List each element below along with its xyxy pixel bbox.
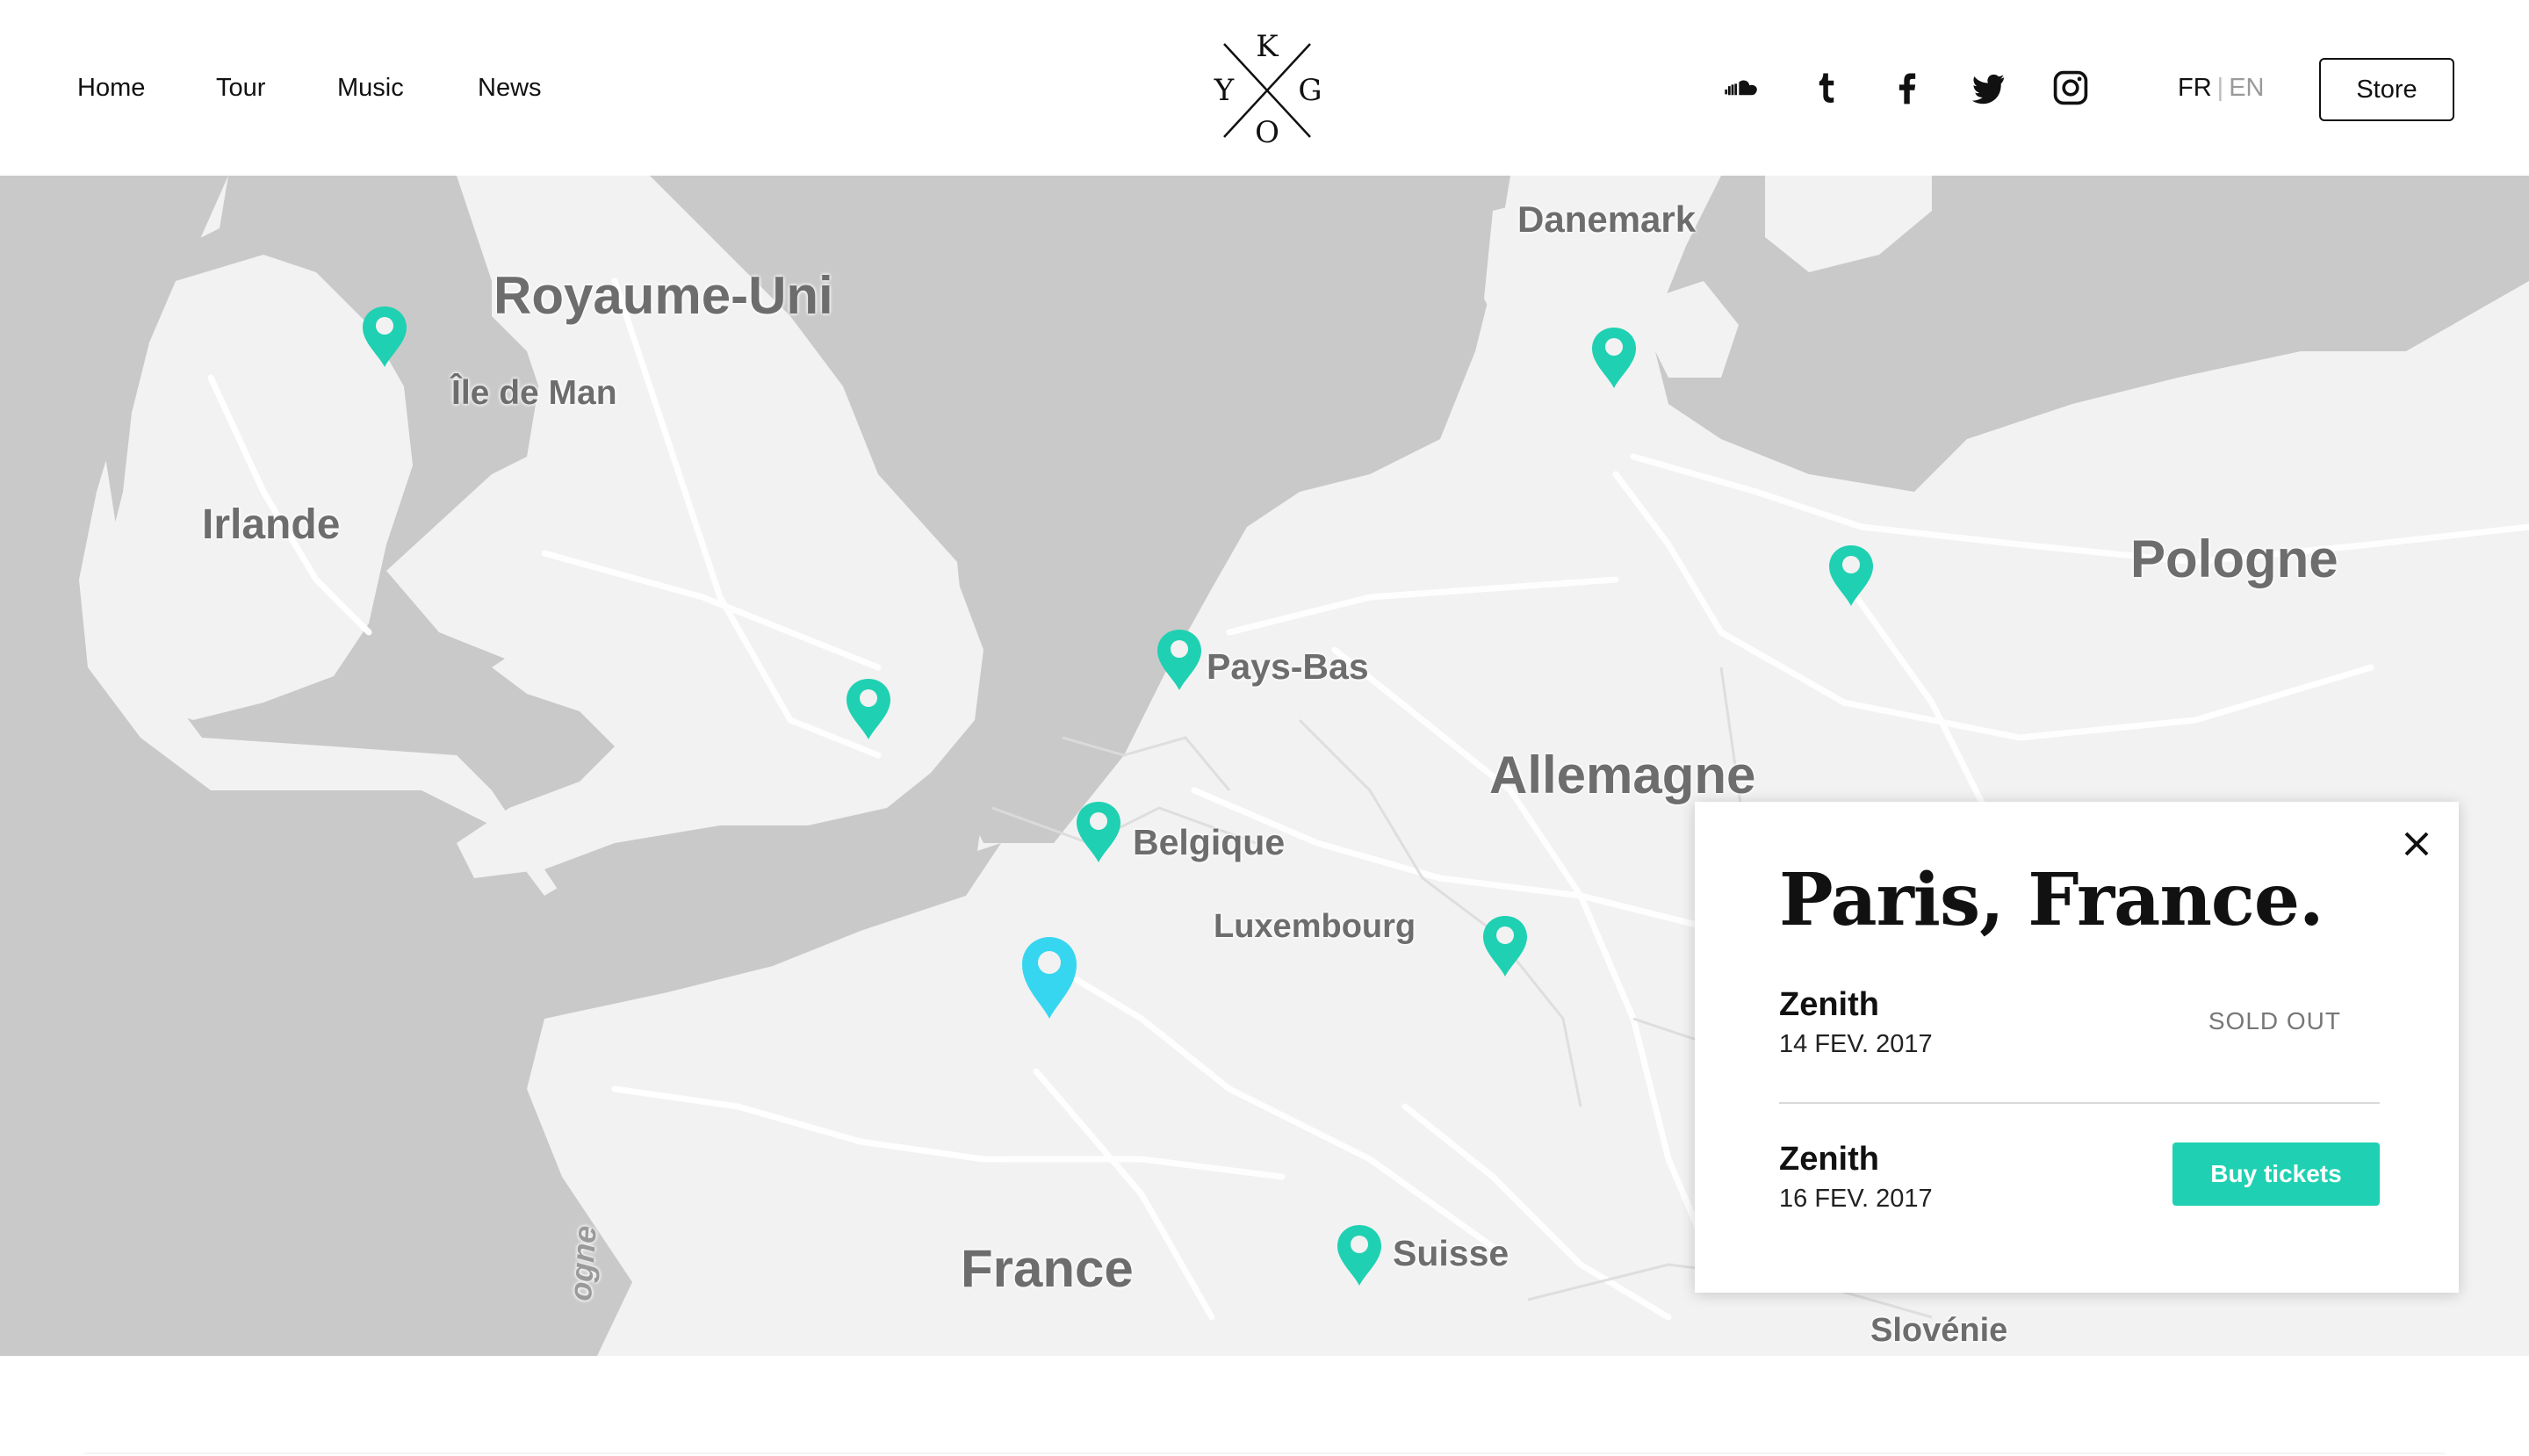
- tour-marker-london[interactable]: [843, 676, 894, 741]
- page-footer-area: [0, 1356, 2529, 1456]
- logo-letter-bottom: O: [1255, 115, 1279, 148]
- nav-home-link[interactable]: Home: [77, 74, 145, 103]
- tour-map[interactable]: Royaume-Uni Île de Man Irlande Danemark …: [0, 176, 2529, 1356]
- popup-divider: [1779, 1102, 2380, 1104]
- show-row: Zenith 16 FEV. 2017 Buy tickets: [1779, 1141, 2380, 1229]
- map-label-ile-de-man: Île de Man: [451, 374, 617, 412]
- map-label-bologne-partial: ogne: [562, 1224, 603, 1302]
- tour-marker-paris-active[interactable]: [1019, 934, 1080, 1020]
- logo-letter-top: K: [1256, 30, 1279, 64]
- tour-marker-dublin[interactable]: [359, 304, 410, 369]
- map-label-allemagne: Allemagne: [1489, 746, 1756, 804]
- nav-tour-link[interactable]: Tour: [216, 74, 265, 103]
- tour-marker-zurich[interactable]: [1334, 1222, 1385, 1287]
- tour-marker-amsterdam[interactable]: [1154, 627, 1205, 692]
- buy-tickets-button[interactable]: Buy tickets: [2172, 1142, 2380, 1206]
- logo-letter-left: Y: [1214, 73, 1235, 108]
- twitter-icon[interactable]: [1967, 67, 2009, 109]
- map-label-france: France: [961, 1239, 1134, 1298]
- lang-fr-link[interactable]: FR: [2178, 74, 2212, 102]
- show-row: Zenith 14 FEV. 2017 SOLD OUT: [1779, 986, 2380, 1074]
- site-header: Home Tour Music News K Y G O FR | EN Store: [0, 0, 2529, 176]
- map-label-pays-bas: Pays-Bas: [1207, 646, 1369, 687]
- map-label-slovenie: Slovénie: [1870, 1312, 2008, 1349]
- soundcloud-icon[interactable]: [1721, 67, 1763, 109]
- map-label-royaume-uni: Royaume-Uni: [494, 266, 833, 325]
- popup-city-title: Paris, France.: [1779, 858, 2324, 942]
- tour-marker-berlin[interactable]: [1826, 543, 1877, 608]
- kygo-logo[interactable]: K Y G O: [1201, 29, 1328, 150]
- show-venue: Zenith: [1779, 986, 1879, 1023]
- facebook-icon[interactable]: [1886, 67, 1928, 109]
- tour-marker-hamburg[interactable]: [1589, 325, 1639, 390]
- show-date: 16 FEV. 2017: [1779, 1185, 1933, 1213]
- lang-en-link[interactable]: EN: [2229, 74, 2264, 102]
- map-label-suisse: Suisse: [1393, 1233, 1509, 1273]
- map-label-pologne: Pologne: [2130, 530, 2338, 588]
- sold-out-label: SOLD OUT: [2208, 1007, 2341, 1034]
- map-label-belgique: Belgique: [1133, 822, 1286, 862]
- map-label-irlande: Irlande: [202, 501, 341, 548]
- city-popup: Paris, France. Zenith 14 FEV. 2017 SOLD …: [1695, 802, 2459, 1293]
- nav-music-link[interactable]: Music: [337, 74, 404, 103]
- section-divider: [84, 1452, 2445, 1454]
- store-button[interactable]: Store: [2319, 58, 2454, 121]
- nav-news-link[interactable]: News: [478, 74, 542, 103]
- map-label-danemark: Danemark: [1517, 198, 1697, 240]
- show-venue: Zenith: [1779, 1141, 1879, 1178]
- show-date: 14 FEV. 2017: [1779, 1030, 1933, 1058]
- close-icon[interactable]: [2399, 826, 2434, 861]
- lang-separator: |: [2216, 74, 2224, 102]
- instagram-icon[interactable]: [2050, 67, 2092, 109]
- logo-letter-right: G: [1298, 73, 1322, 108]
- tour-marker-brussels[interactable]: [1073, 799, 1124, 864]
- tour-marker-frankfurt[interactable]: [1480, 913, 1531, 978]
- tumblr-icon[interactable]: [1805, 67, 1848, 109]
- language-switcher: FR | EN: [2178, 74, 2265, 103]
- map-label-luxembourg: Luxembourg: [1214, 908, 1416, 945]
